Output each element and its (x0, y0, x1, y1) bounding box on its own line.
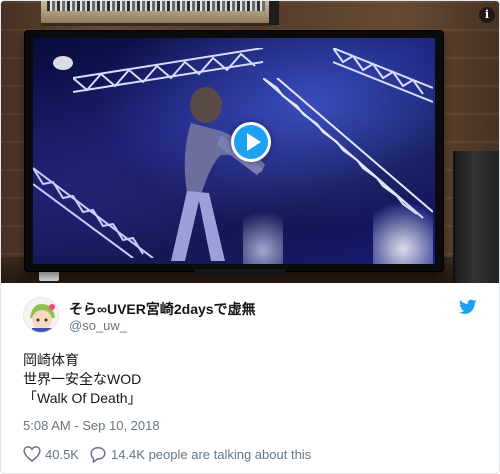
avatar[interactable] (23, 297, 59, 333)
tweet-line: 「Walk Of Death」 (23, 390, 142, 406)
stage-light (373, 188, 433, 264)
shelf (41, 1, 271, 26)
like-count: 40.5K (45, 446, 79, 462)
timestamp[interactable]: 5:08 AM - Sep 10, 2018 (23, 418, 160, 433)
play-icon (247, 133, 261, 151)
stage-truss (333, 48, 433, 108)
tweet-media[interactable]: i (1, 1, 499, 283)
tweet-card: i そら∞UVER宮崎2daysで虚無 @so_uw_ 岡崎体育 世界一安全なW… (0, 0, 500, 474)
shelf-bracket (269, 1, 279, 25)
display-name[interactable]: そら∞UVER宮崎2daysで虚無 (69, 299, 256, 319)
tweet-text: 岡崎体育 世界一安全なWOD 「Walk Of Death」 (23, 351, 479, 408)
conversation-link[interactable]: 14.4K people are talking about this (89, 446, 311, 463)
tweet-line: 世界一安全なWOD (23, 371, 142, 387)
stage-light (243, 198, 283, 264)
play-button[interactable] (231, 122, 271, 162)
tweet-line: 岡崎体育 (23, 352, 79, 368)
reply-icon (90, 446, 106, 463)
stage-truss (33, 158, 163, 258)
tweet-header: そら∞UVER宮崎2daysで虚無 @so_uw_ (23, 297, 479, 337)
tv-stand (195, 269, 285, 275)
like-button[interactable]: 40.5K (23, 446, 79, 462)
conversation-count: 14.4K people are talking about this (110, 446, 312, 462)
info-icon[interactable]: i (479, 7, 495, 23)
screen-logo (53, 56, 73, 70)
tweet-actions: 40.5K 14.4K people are talking about thi… (23, 444, 321, 464)
speaker (453, 151, 499, 283)
heart-icon (23, 446, 41, 462)
twitter-bird-icon[interactable] (458, 299, 477, 315)
handle[interactable]: @so_uw_ (69, 318, 127, 333)
